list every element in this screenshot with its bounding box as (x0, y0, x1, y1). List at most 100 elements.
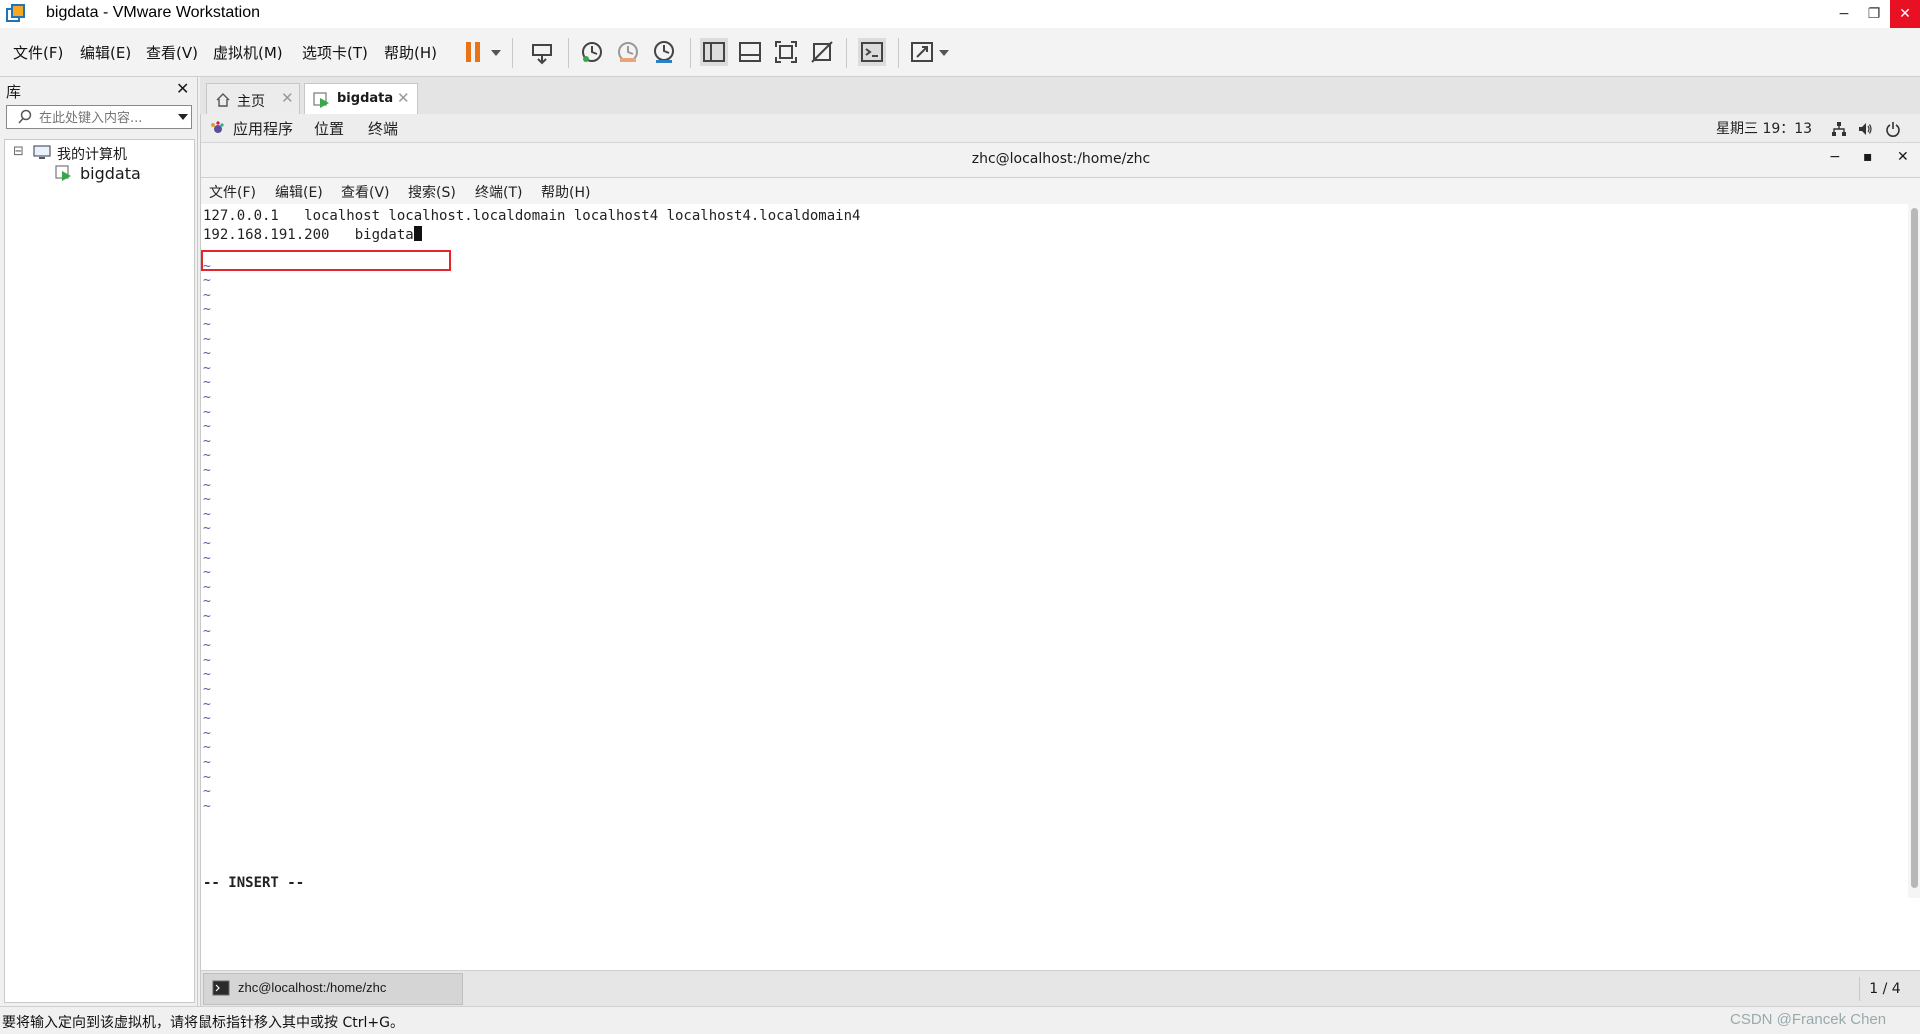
menu-help[interactable]: 帮助(H) (384, 42, 437, 63)
stretch-dropdown-icon[interactable] (936, 38, 952, 66)
terminal-close-button[interactable]: ✕ (1897, 149, 1909, 165)
terminal-body[interactable]: 127.0.0.1 localhost localhost.localdomai… (201, 204, 1908, 898)
vim-empty-line-tilde: ~ (203, 696, 211, 712)
menu-view[interactable]: 查看(V) (146, 42, 198, 63)
terminal-menu-terminal[interactable]: 终端(T) (475, 182, 522, 202)
vim-empty-line-tilde: ~ (203, 360, 211, 376)
menu-vm[interactable]: 虚拟机(M) (213, 42, 283, 63)
terminal-icon (212, 980, 230, 996)
revert-snapshot-icon[interactable] (614, 38, 642, 66)
watermark: CSDN @Francek Chen (1730, 1011, 1887, 1028)
tab-home[interactable]: 主页 ✕ (206, 83, 300, 114)
vm-running-icon (55, 165, 71, 181)
vim-mode-indicator: -- INSERT -- (203, 875, 305, 891)
console-view-icon[interactable] (858, 38, 886, 66)
library-search-input[interactable] (37, 108, 169, 128)
tab-bigdata-close[interactable]: ✕ (397, 89, 410, 107)
tab-bigdata[interactable]: bigdata ✕ (304, 83, 418, 114)
fullscreen-icon[interactable] (772, 38, 800, 66)
thumbnail-view-icon[interactable] (736, 38, 764, 66)
pause-icon[interactable] (460, 38, 488, 66)
terminal-menu-file[interactable]: 文件(F) (209, 182, 256, 202)
tab-home-label: 主页 (237, 94, 265, 110)
hosts-line-2-text: 192.168.191.200 bigdata (203, 227, 414, 243)
taskbar-terminal-label: zhc@localhost:/home/zhc (238, 980, 387, 995)
send-ctrl-alt-del-icon[interactable] (528, 38, 556, 66)
vim-empty-line-tilde: ~ (203, 565, 211, 581)
toolbar-separator (512, 38, 513, 68)
vim-empty-line-tilde: ~ (203, 375, 211, 391)
terminal-maximize-button[interactable]: ▪ (1863, 149, 1873, 165)
library-search-box[interactable] (6, 105, 192, 129)
vim-empty-line-tilde: ~ (203, 550, 211, 566)
restore-button[interactable]: ❐ (1856, 0, 1892, 28)
tab-bigdata-label: bigdata (337, 91, 394, 106)
snapshot-manager-icon[interactable] (650, 38, 678, 66)
title-bar: bigdata - VMware Workstation − ❐ ✕ (0, 0, 1920, 28)
tab-home-close[interactable]: ✕ (281, 89, 294, 107)
vim-empty-line-tilde: ~ (203, 652, 211, 668)
vim-empty-line-tilde: ~ (203, 302, 211, 318)
search-icon (18, 109, 32, 124)
toolbar-separator (846, 38, 847, 68)
library-view-icon[interactable] (700, 38, 728, 66)
vim-empty-line-tilde: ~ (203, 740, 211, 756)
vim-empty-line-tilde: ~ (203, 492, 211, 508)
unity-mode-icon[interactable] (808, 38, 836, 66)
library-tree: ⊟ 我的计算机 bigdata (4, 139, 195, 1003)
tree-expand-toggle[interactable]: ⊟ (13, 144, 24, 159)
tab-bar: 主页 ✕ bigdata ✕ (200, 77, 1920, 114)
toolbar-separator (568, 38, 569, 68)
gnome-top-bar: 应用程序 位置 终端 星期三 19：13 (201, 114, 1920, 143)
gnome-taskbar: zhc@localhost:/home/zhc 1 / 4 (201, 970, 1920, 1007)
vim-empty-line-tilde: ~ (203, 448, 211, 464)
workspace-indicator[interactable]: 1 / 4 (1859, 977, 1910, 1001)
computer-icon (33, 145, 51, 159)
terminal-scrollbar[interactable] (1908, 204, 1920, 898)
vim-empty-line-tilde: ~ (203, 579, 211, 595)
terminal-scroll-thumb[interactable] (1911, 208, 1918, 888)
vim-empty-line-tilde: ~ (203, 287, 211, 303)
gnome-foot-icon (211, 121, 224, 133)
terminal-menu-search[interactable]: 搜索(S) (408, 182, 456, 202)
vim-empty-line-tilde: ~ (203, 506, 211, 522)
tree-item-bigdata[interactable]: bigdata (80, 164, 141, 183)
taskbar-terminal-item[interactable]: zhc@localhost:/home/zhc (203, 973, 463, 1005)
menu-file[interactable]: 文件(F) (13, 42, 63, 63)
vim-empty-line-tilde: ~ (203, 317, 211, 332)
vim-empty-line-tilde: ~ (203, 521, 211, 537)
snapshot-icon[interactable] (578, 38, 606, 66)
menu-tabs[interactable]: 选项卡(T) (302, 42, 368, 63)
network-icon[interactable] (1831, 121, 1847, 137)
vim-empty-line-tilde: ~ (203, 667, 211, 683)
terminal-menu-view[interactable]: 查看(V) (341, 182, 390, 202)
library-close-button[interactable]: ✕ (176, 79, 189, 98)
power-icon[interactable] (1885, 121, 1901, 137)
volume-icon[interactable] (1857, 121, 1873, 137)
vim-empty-line-tilde: ~ (203, 390, 211, 405)
vim-empty-line-tilde: ~ (203, 725, 211, 741)
terminal-minimize-button[interactable]: − (1829, 149, 1841, 165)
gnome-clock[interactable]: 星期三 19：13 (1716, 118, 1812, 138)
terminal-title-bar: zhc@localhost:/home/zhc − ▪ ✕ (201, 143, 1920, 178)
vim-empty-line-tilde: ~ (203, 419, 211, 435)
vim-empty-line-tilde: ~ (203, 784, 211, 800)
vim-empty-line-tilde: ~ (203, 404, 211, 420)
gnome-terminal-menu[interactable]: 终端 (368, 118, 398, 139)
gnome-applications-menu[interactable]: 应用程序 (233, 118, 293, 139)
terminal-menu-edit[interactable]: 编辑(E) (275, 182, 323, 202)
vim-empty-line-tilde: ~ (203, 711, 211, 727)
close-button[interactable]: ✕ (1890, 0, 1920, 28)
toolbar-separator (898, 38, 899, 68)
tree-item-my-computer[interactable]: 我的计算机 (57, 144, 127, 164)
gnome-places-menu[interactable]: 位置 (314, 118, 344, 139)
terminal-menu-help[interactable]: 帮助(H) (541, 182, 590, 202)
stretch-guest-icon[interactable] (908, 38, 936, 66)
guest-screen[interactable]: 应用程序 位置 终端 星期三 19：13 zhc@localhost:/home… (200, 114, 1920, 1007)
menu-edit[interactable]: 编辑(E) (80, 42, 131, 63)
vm-running-icon (313, 92, 329, 108)
pause-dropdown-icon[interactable] (488, 38, 504, 66)
vim-empty-line-tilde: ~ (203, 536, 211, 551)
search-dropdown-icon[interactable] (177, 112, 189, 122)
vim-empty-line-tilde: ~ (203, 638, 211, 654)
